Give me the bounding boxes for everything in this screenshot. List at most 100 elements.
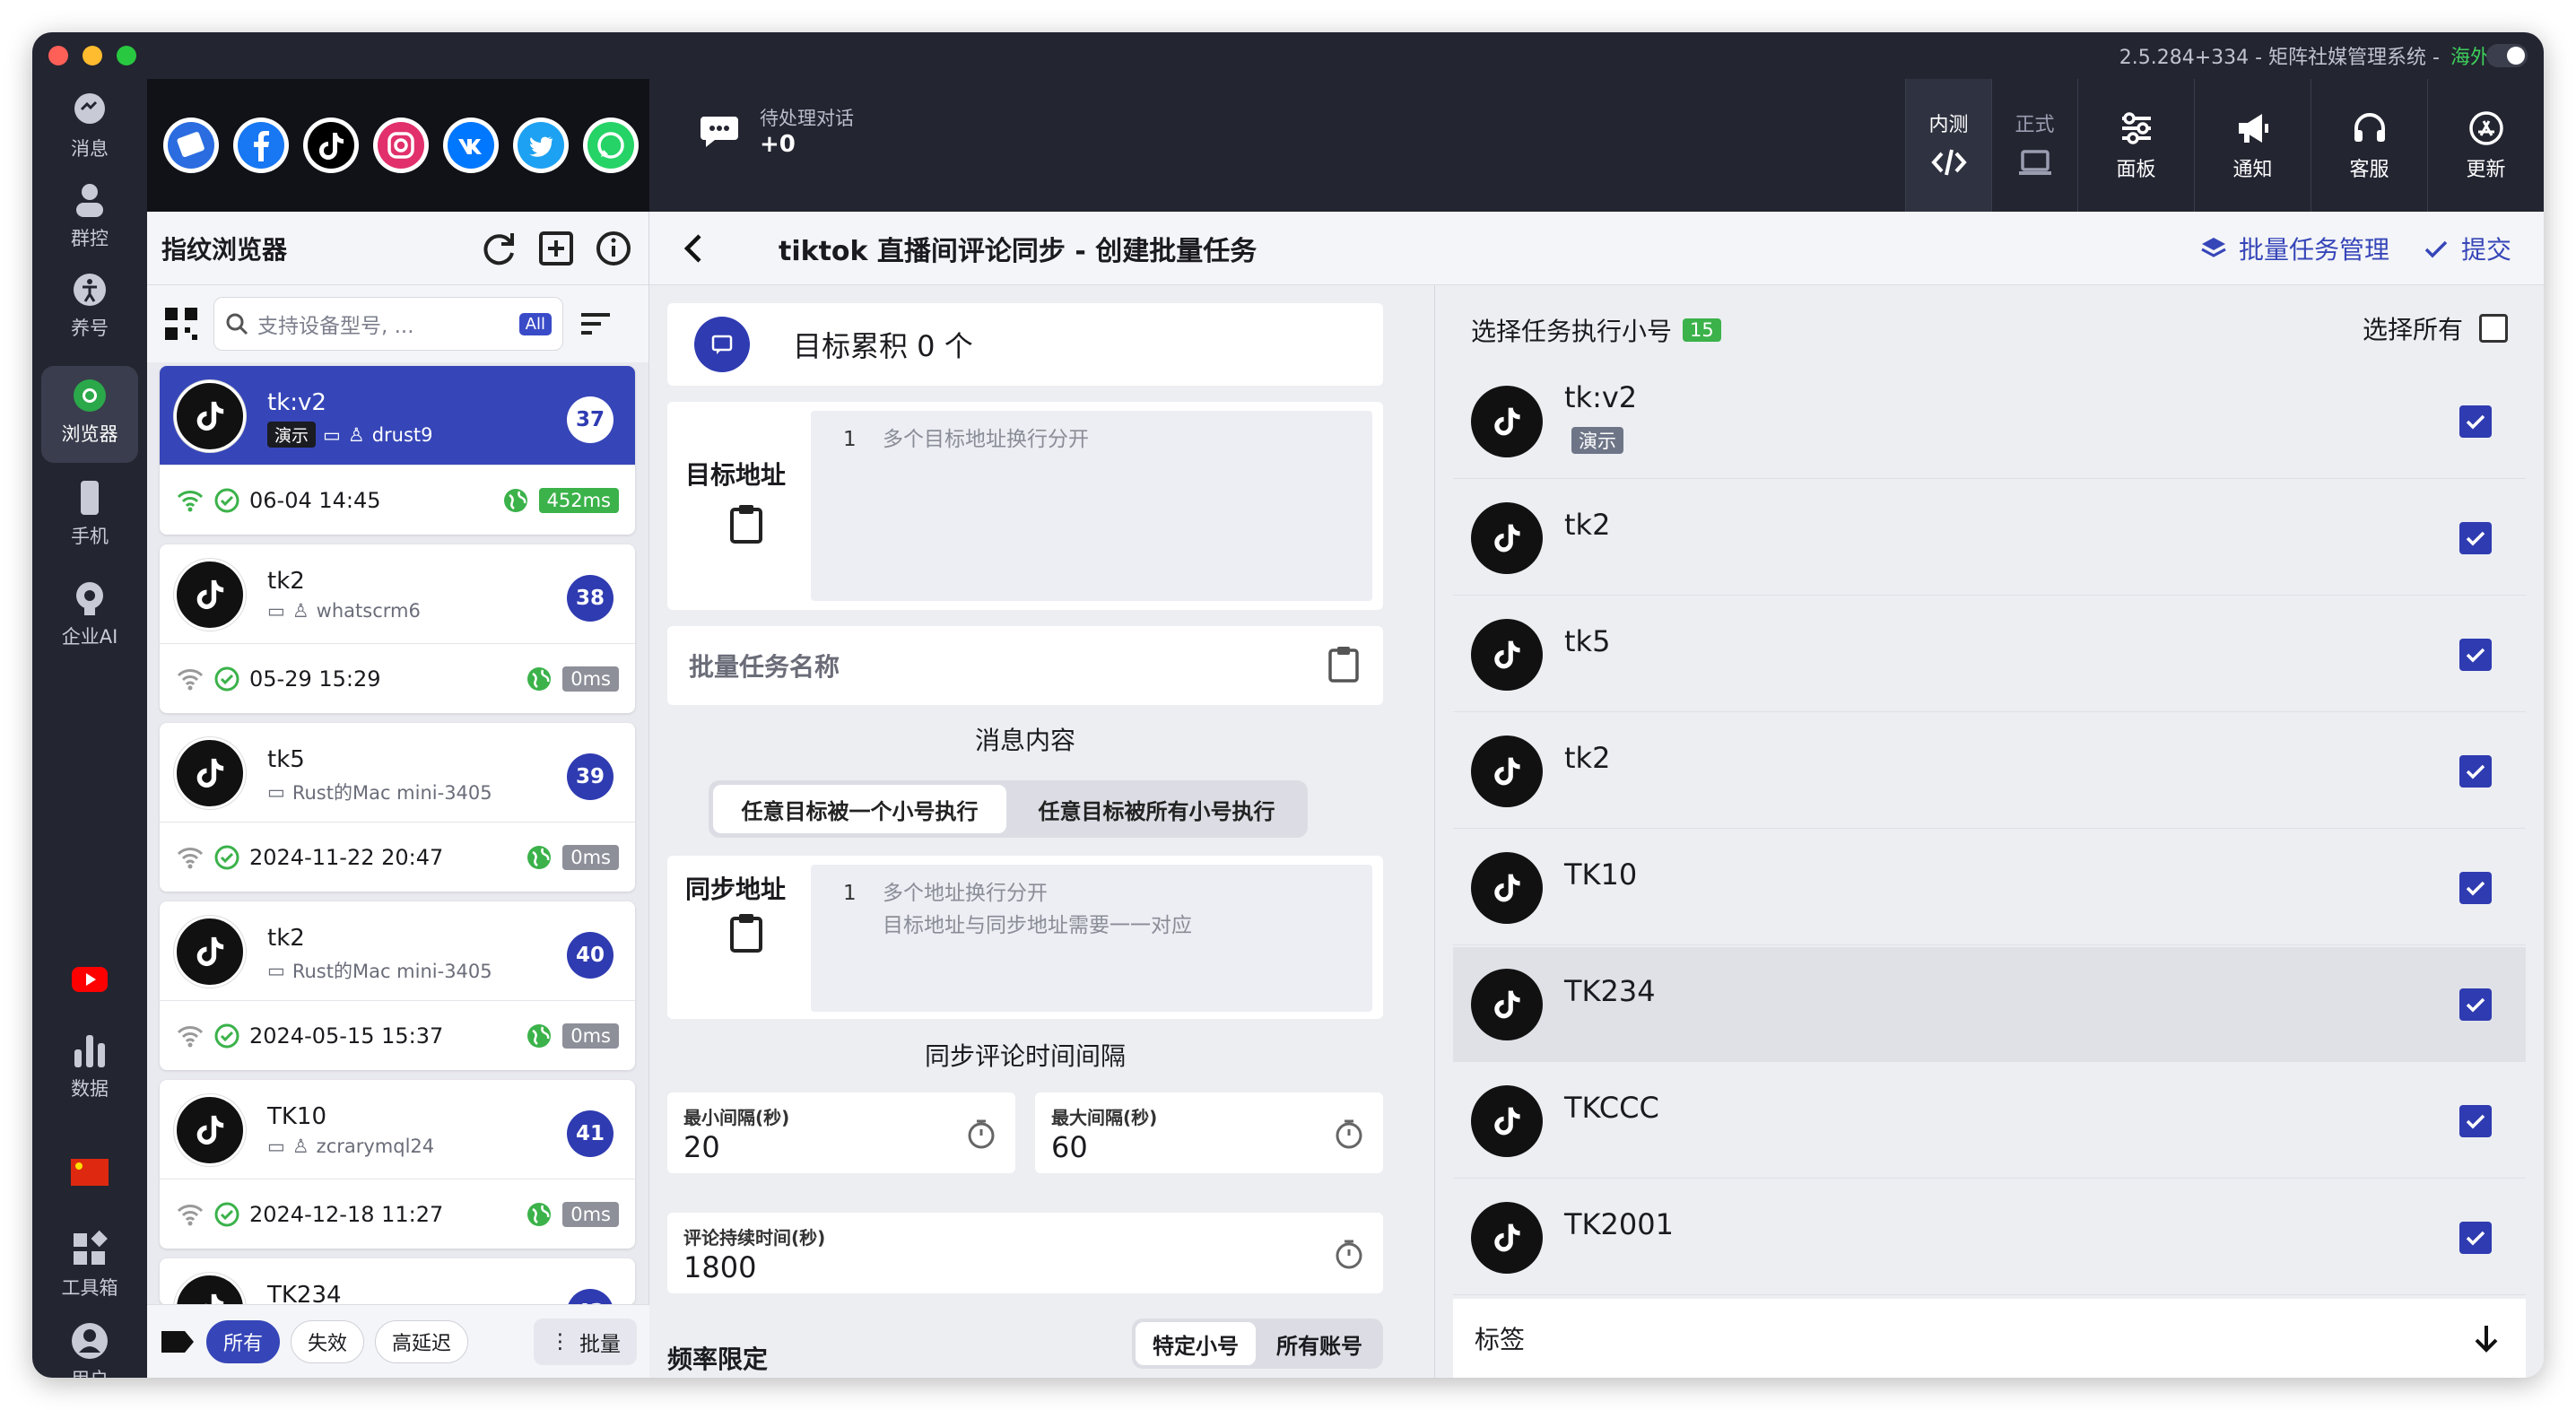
close-window-button[interactable]	[48, 46, 68, 65]
mode-one-executor-option[interactable]: 任意目标被一个小号执行	[713, 785, 1006, 833]
executor-checkbox[interactable]	[2459, 405, 2492, 438]
executor-row[interactable]: TK234	[1453, 947, 2526, 1062]
nav-group-control[interactable]: 群控	[32, 179, 147, 251]
qrcode-icon[interactable]	[161, 304, 201, 344]
nav-user[interactable]: 用户	[32, 1320, 147, 1378]
refresh-icon[interactable]	[478, 228, 519, 269]
tiktok-icon	[196, 401, 224, 431]
notify-button[interactable]: 通知	[2194, 79, 2311, 212]
nav-toolbox[interactable]: 工具箱	[32, 1229, 147, 1301]
batch-button[interactable]: ⋮ 批量	[534, 1318, 637, 1365]
info-icon[interactable]	[593, 228, 634, 269]
update-button[interactable]: 更新	[2427, 79, 2544, 212]
filter-high-latency-chip[interactable]: 高延迟	[375, 1319, 469, 1363]
minimize-window-button[interactable]	[83, 46, 102, 65]
executor-row[interactable]: TKCCC	[1453, 1064, 2526, 1179]
account-card[interactable]: TK234 42	[160, 1258, 635, 1305]
sort-icon[interactable]	[576, 304, 615, 344]
support-button[interactable]: 客服	[2311, 79, 2427, 212]
executor-checkbox[interactable]	[2459, 988, 2492, 1021]
account-card[interactable]: tk:v2 演示 ▭ ♙ drust9 37 06-04 14:45 452ms	[160, 366, 635, 535]
nav-enterprise-ai[interactable]: 企业AI	[32, 578, 147, 649]
mode-all-executors-option[interactable]: 任意目标被所有小号执行	[1010, 785, 1303, 833]
filter-all-chip[interactable]: 所有	[206, 1319, 281, 1363]
freq-specific-option[interactable]: 特定小号	[1136, 1322, 1256, 1365]
executor-row[interactable]: tk2	[1453, 714, 2526, 829]
nav-youtube[interactable]	[32, 958, 147, 1003]
comment-icon	[694, 317, 750, 372]
task-name-placeholder: 批量任务名称	[689, 652, 840, 682]
megaphone-icon	[2238, 114, 2268, 143]
sync-address-input[interactable]: 1 多个地址换行分开 目标地址与同步地址需要一一对应	[811, 865, 1372, 1012]
nav-messages[interactable]: 消息	[32, 90, 147, 161]
platform-instagram-button[interactable]	[373, 118, 429, 173]
account-name: TK234	[267, 1282, 342, 1305]
search-input[interactable]: 支持设备型号, ... All	[213, 297, 563, 351]
clipboard-icon[interactable]	[1326, 644, 1362, 683]
user-icon	[72, 1323, 108, 1359]
submit-button[interactable]: 提交	[2422, 231, 2511, 266]
platform-twitter-button[interactable]	[513, 118, 569, 173]
account-device: Rust的Mac mini-3405	[292, 961, 492, 982]
executor-checkbox[interactable]	[2459, 639, 2492, 671]
maximize-window-button[interactable]	[117, 46, 136, 65]
clipboard-icon[interactable]	[727, 502, 766, 545]
executor-checkbox[interactable]	[2459, 522, 2492, 554]
executor-name: tk2	[1564, 741, 1611, 775]
nav-phone[interactable]: 手机	[32, 477, 147, 549]
wifi-icon	[177, 490, 204, 511]
target-address-placeholder: 多个目标地址换行分开	[883, 428, 1089, 451]
account-card[interactable]: tk5 ▭ Rust的Mac mini-3405 39 2024-11-22 20…	[160, 723, 635, 892]
account-card[interactable]: TK10 ▭ ♙ zcrarymql24 41 2024-12-18 11:27 0…	[160, 1080, 635, 1249]
executor-checkbox[interactable]	[2459, 1105, 2492, 1137]
env-prod-button[interactable]: 正式	[1991, 79, 2077, 212]
comment-duration-field[interactable]: 评论持续时间(秒) 1800	[667, 1213, 1383, 1293]
task-name-input[interactable]: 批量任务名称	[667, 626, 1383, 705]
back-arrow-icon[interactable]	[676, 231, 712, 266]
add-profile-icon[interactable]	[535, 228, 577, 269]
clipboard-icon[interactable]	[727, 911, 766, 954]
interval-title: 同步评论时间间隔	[924, 1041, 1126, 1071]
executor-row[interactable]: tk:v2 演示	[1453, 364, 2526, 479]
executor-row[interactable]: tk5	[1453, 597, 2526, 712]
pending-conversations[interactable]: 待处理对话 +0	[699, 104, 854, 158]
executor-row[interactable]: TK10	[1453, 831, 2526, 945]
nav-region-cn[interactable]	[32, 1152, 147, 1197]
tags-dropdown[interactable]: 标签	[1453, 1299, 2526, 1378]
tiktok-icon	[1494, 990, 1520, 1019]
nav-nurture[interactable]: 养号	[32, 269, 147, 341]
wifi-icon	[177, 668, 204, 690]
theme-toggle[interactable]	[2486, 44, 2528, 67]
freq-all-option[interactable]: 所有账号	[1259, 1322, 1379, 1365]
platform-facebook-button[interactable]	[233, 118, 289, 173]
twitter-icon	[518, 122, 564, 169]
max-interval-field[interactable]: 最大间隔(秒) 60	[1035, 1092, 1383, 1173]
executor-row[interactable]: TK2001	[1453, 1180, 2526, 1295]
filter-invalid-chip[interactable]: 失效	[291, 1319, 365, 1363]
min-interval-field[interactable]: 最小间隔(秒) 20	[667, 1092, 1015, 1173]
select-all-checkbox[interactable]: 选择所有	[2363, 310, 2508, 346]
executor-checkbox[interactable]	[2459, 1222, 2492, 1254]
nav-data[interactable]: 数据	[32, 1030, 147, 1101]
tag-icon[interactable]	[160, 1327, 196, 1356]
browser-profile-panel: 指纹浏览器 支持设备型号, ... All tk:v2 演示 ▭ ♙ drust9 3…	[147, 212, 649, 1378]
nav-browser[interactable]: 浏览器	[32, 366, 147, 463]
executor-name: TK10	[1564, 857, 1638, 892]
executor-checkbox[interactable]	[2459, 872, 2492, 904]
platform-tiktok-button[interactable]	[303, 118, 359, 173]
batch-task-manage-link[interactable]: 批量任务管理	[2199, 231, 2389, 266]
account-number-badge: 41	[567, 1110, 614, 1157]
platform-vk-button[interactable]	[443, 118, 499, 173]
panel-button[interactable]: 面板	[2077, 79, 2194, 212]
account-card[interactable]: tk2 ▭ Rust的Mac mini-3405 40 2024-05-15 15…	[160, 901, 635, 1070]
page-title: tiktok 直播间评论同步 - 创建批量任务	[779, 235, 1258, 267]
account-card[interactable]: tk2 ▭ ♙ whatscrm6 38 05-29 15:29 0ms	[160, 544, 635, 713]
last-active-time: 2024-05-15 15:37	[249, 1023, 444, 1049]
executor-checkbox[interactable]	[2459, 755, 2492, 788]
executor-row[interactable]: tk2	[1453, 481, 2526, 596]
env-test-button[interactable]: 内测	[1905, 79, 1991, 212]
target-address-input[interactable]: 1 多个目标地址换行分开	[811, 411, 1372, 601]
platform-browser-button[interactable]	[163, 118, 219, 173]
platform-whatsapp-button[interactable]	[583, 118, 639, 173]
search-scope-badge[interactable]: All	[518, 312, 552, 335]
